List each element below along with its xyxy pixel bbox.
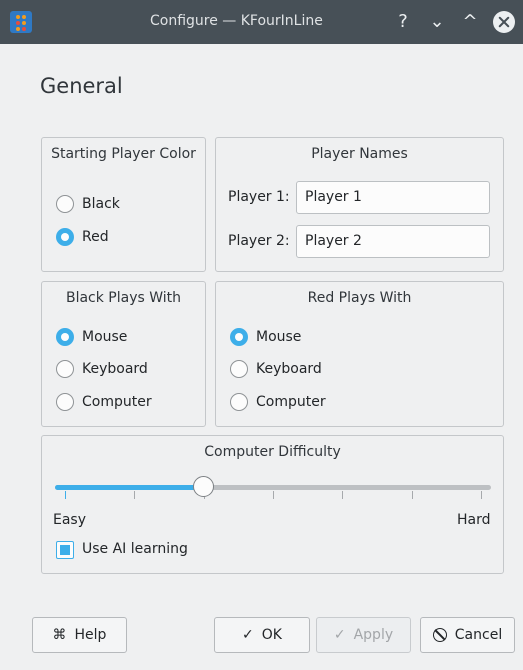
difficulty-max-label: Hard [457, 512, 491, 528]
minimize-icon[interactable]: ⌄ [426, 11, 448, 33]
maximize-icon[interactable]: ^ [459, 11, 481, 33]
group-title: Black Plays With [65, 290, 182, 306]
radio-red-mouse[interactable]: Mouse [230, 327, 301, 347]
apply-button-label: Apply [353, 627, 394, 643]
radio-label: Mouse [256, 329, 302, 345]
use-ai-learning-label: Use AI learning [82, 541, 188, 557]
radio-starting-red[interactable]: Red [56, 227, 109, 247]
player1-label: Player 1: [228, 189, 290, 205]
close-icon[interactable] [493, 11, 515, 33]
radio-button[interactable] [56, 228, 74, 246]
page-title: General [40, 74, 123, 98]
radio-button[interactable] [56, 360, 74, 378]
difficulty-slider-fill [55, 485, 204, 490]
app-icon [10, 11, 32, 33]
radio-starting-black[interactable]: Black [56, 194, 120, 214]
slider-tick [481, 491, 482, 499]
radio-label: Keyboard [82, 361, 148, 377]
radio-black-keyboard[interactable]: Keyboard [56, 359, 148, 379]
player2-name-input[interactable]: Player 2 [296, 225, 490, 258]
cancel-button-label: Cancel [454, 627, 503, 643]
difficulty-min-label: Easy [53, 512, 87, 528]
help-book-icon: ⌘ [52, 627, 67, 643]
radio-button[interactable] [230, 393, 248, 411]
group-title: Computer Difficulty [204, 444, 341, 460]
difficulty-slider-track[interactable] [55, 485, 491, 490]
slider-tick [342, 491, 344, 499]
radio-button[interactable] [230, 360, 248, 378]
check-icon: ✓ [333, 627, 346, 643]
ok-button[interactable]: ✓ OK [214, 617, 310, 653]
radio-red-computer[interactable]: Computer [230, 392, 326, 412]
slider-tick [134, 491, 136, 499]
radio-black-mouse[interactable]: Mouse [56, 327, 127, 347]
radio-red-keyboard[interactable]: Keyboard [230, 359, 322, 379]
radio-button[interactable] [230, 328, 248, 346]
window-title: Configure — KFourInLine [150, 13, 323, 29]
help-button-label: Help [74, 627, 107, 643]
radio-button[interactable] [56, 393, 74, 411]
radio-label: Mouse [82, 329, 128, 345]
player1-name-input[interactable]: Player 1 [296, 181, 490, 214]
radio-button[interactable] [56, 328, 74, 346]
radio-label: Computer [256, 394, 326, 410]
radio-label: Computer [82, 394, 152, 410]
use-ai-learning-checkbox[interactable] [56, 541, 74, 559]
title-bar: Configure — KFourInLine ? ⌄ ^ [0, 0, 523, 44]
apply-button[interactable]: ✓ Apply [316, 617, 411, 653]
radio-label: Red [82, 229, 109, 245]
cancel-icon [432, 628, 447, 642]
slider-tick [65, 491, 66, 499]
player2-label: Player 2: [228, 233, 290, 249]
group-title: Player Names [311, 146, 408, 162]
slider-tick [411, 491, 413, 499]
check-icon: ✓ [242, 627, 254, 643]
radio-label: Black [82, 196, 120, 212]
help-titlebar-icon[interactable]: ? [392, 11, 414, 33]
radio-button[interactable] [56, 195, 74, 213]
group-title: Red Plays With [307, 290, 412, 306]
ok-button-label: OK [261, 627, 282, 643]
help-button[interactable]: ⌘ Help [32, 617, 127, 653]
group-title: Starting Player Color [51, 146, 196, 162]
radio-label: Keyboard [256, 361, 322, 377]
slider-tick [273, 491, 274, 499]
radio-black-computer[interactable]: Computer [56, 392, 152, 412]
cancel-button[interactable]: Cancel [420, 617, 515, 653]
